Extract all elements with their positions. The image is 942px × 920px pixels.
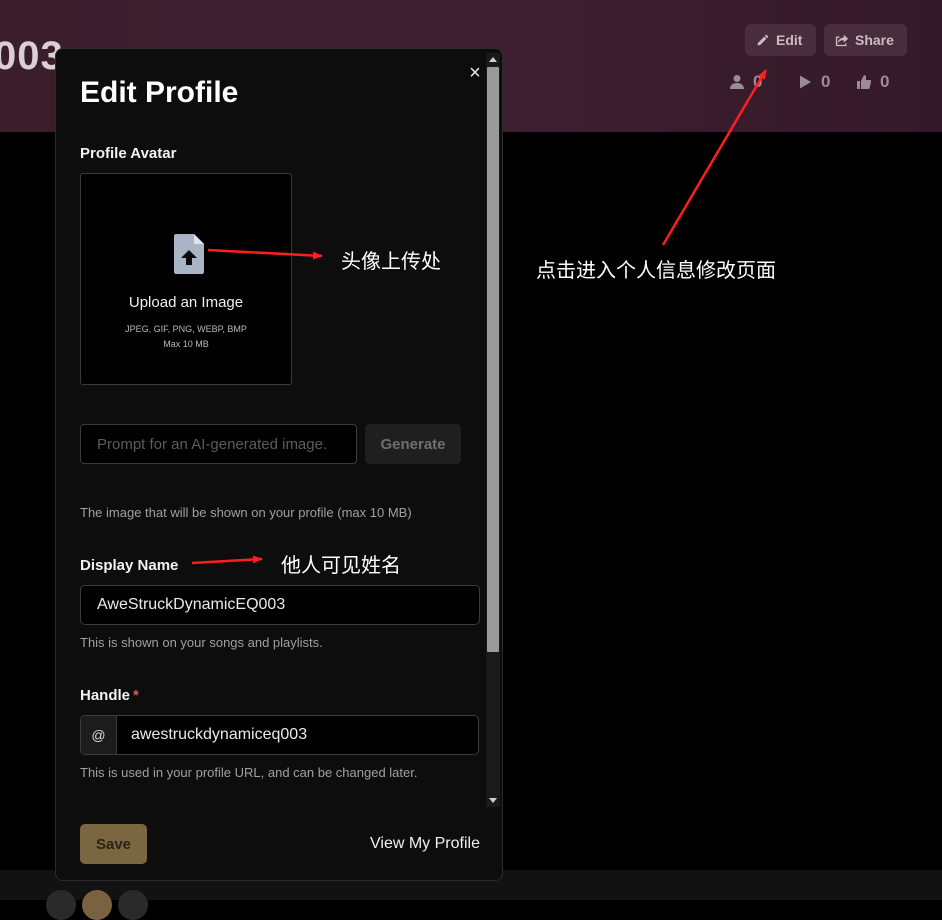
likes-stat: 0 <box>856 72 889 92</box>
pencil-icon <box>757 34 769 46</box>
close-icon[interactable]: × <box>466 63 484 83</box>
handle-field: @ <box>80 715 479 755</box>
modal-title: Edit Profile <box>80 76 239 109</box>
share-button[interactable]: Share <box>824 24 907 56</box>
upload-title: Upload an Image <box>128 294 244 311</box>
plays-count: 0 <box>821 72 831 91</box>
view-my-profile-link[interactable]: View My Profile <box>370 835 480 853</box>
display-name-input[interactable] <box>80 585 480 625</box>
scroll-thumb[interactable] <box>487 67 499 652</box>
modal-scroll-area: Edit Profile Profile Avatar Upload an Im… <box>56 49 486 809</box>
upload-max-size: Max 10 MB <box>163 339 209 349</box>
edit-button-label: Edit <box>776 32 803 48</box>
save-button[interactable]: Save <box>80 824 147 864</box>
scroll-down-arrow[interactable] <box>489 798 497 803</box>
thumbs-up-icon <box>857 75 872 89</box>
avatar-upload-dropzone[interactable]: Upload an Image JPEG, GIF, PNG, WEBP, BM… <box>80 173 292 385</box>
ai-prompt-input[interactable] <box>80 424 357 464</box>
upload-formats: JPEG, GIF, PNG, WEBP, BMP <box>125 324 247 334</box>
handle-input[interactable] <box>117 716 477 754</box>
edit-profile-modal: Edit Profile Profile Avatar Upload an Im… <box>55 48 503 881</box>
scroll-up-arrow[interactable] <box>489 57 497 62</box>
edit-profile-button[interactable]: Edit <box>745 24 816 56</box>
required-mark: * <box>133 687 139 704</box>
modal-scrollbar[interactable] <box>486 53 500 807</box>
followers-count: 0 <box>753 72 763 91</box>
player-avatar[interactable] <box>82 890 112 920</box>
avatar-label: Profile Avatar <box>80 145 177 162</box>
handle-prefix: @ <box>81 716 117 754</box>
likes-count: 0 <box>880 72 890 91</box>
edit-entry-annotation: 点击进入个人信息修改页面 <box>536 258 776 282</box>
play-icon <box>800 75 811 89</box>
handle-label-text: Handle <box>80 687 131 704</box>
player-control[interactable] <box>118 890 148 920</box>
image-hint: The image that will be shown on your pro… <box>80 505 412 520</box>
display-name-hint: This is shown on your songs and playlist… <box>80 635 323 650</box>
display-name-annotation: 他人可见姓名 <box>281 553 401 577</box>
followers-stat: 0 <box>729 72 762 92</box>
file-upload-icon <box>174 234 204 274</box>
generate-button[interactable]: Generate <box>365 424 461 464</box>
person-icon <box>730 75 744 89</box>
plays-stat: 0 <box>797 72 830 92</box>
share-icon <box>835 34 849 47</box>
share-button-label: Share <box>855 32 894 48</box>
display-name-label: Display Name <box>80 557 179 574</box>
player-control[interactable] <box>46 890 76 920</box>
handle-label: Handle * <box>80 687 139 704</box>
avatar-annotation: 头像上传处 <box>341 249 441 273</box>
handle-hint: This is used in your profile URL, and ca… <box>80 765 418 780</box>
